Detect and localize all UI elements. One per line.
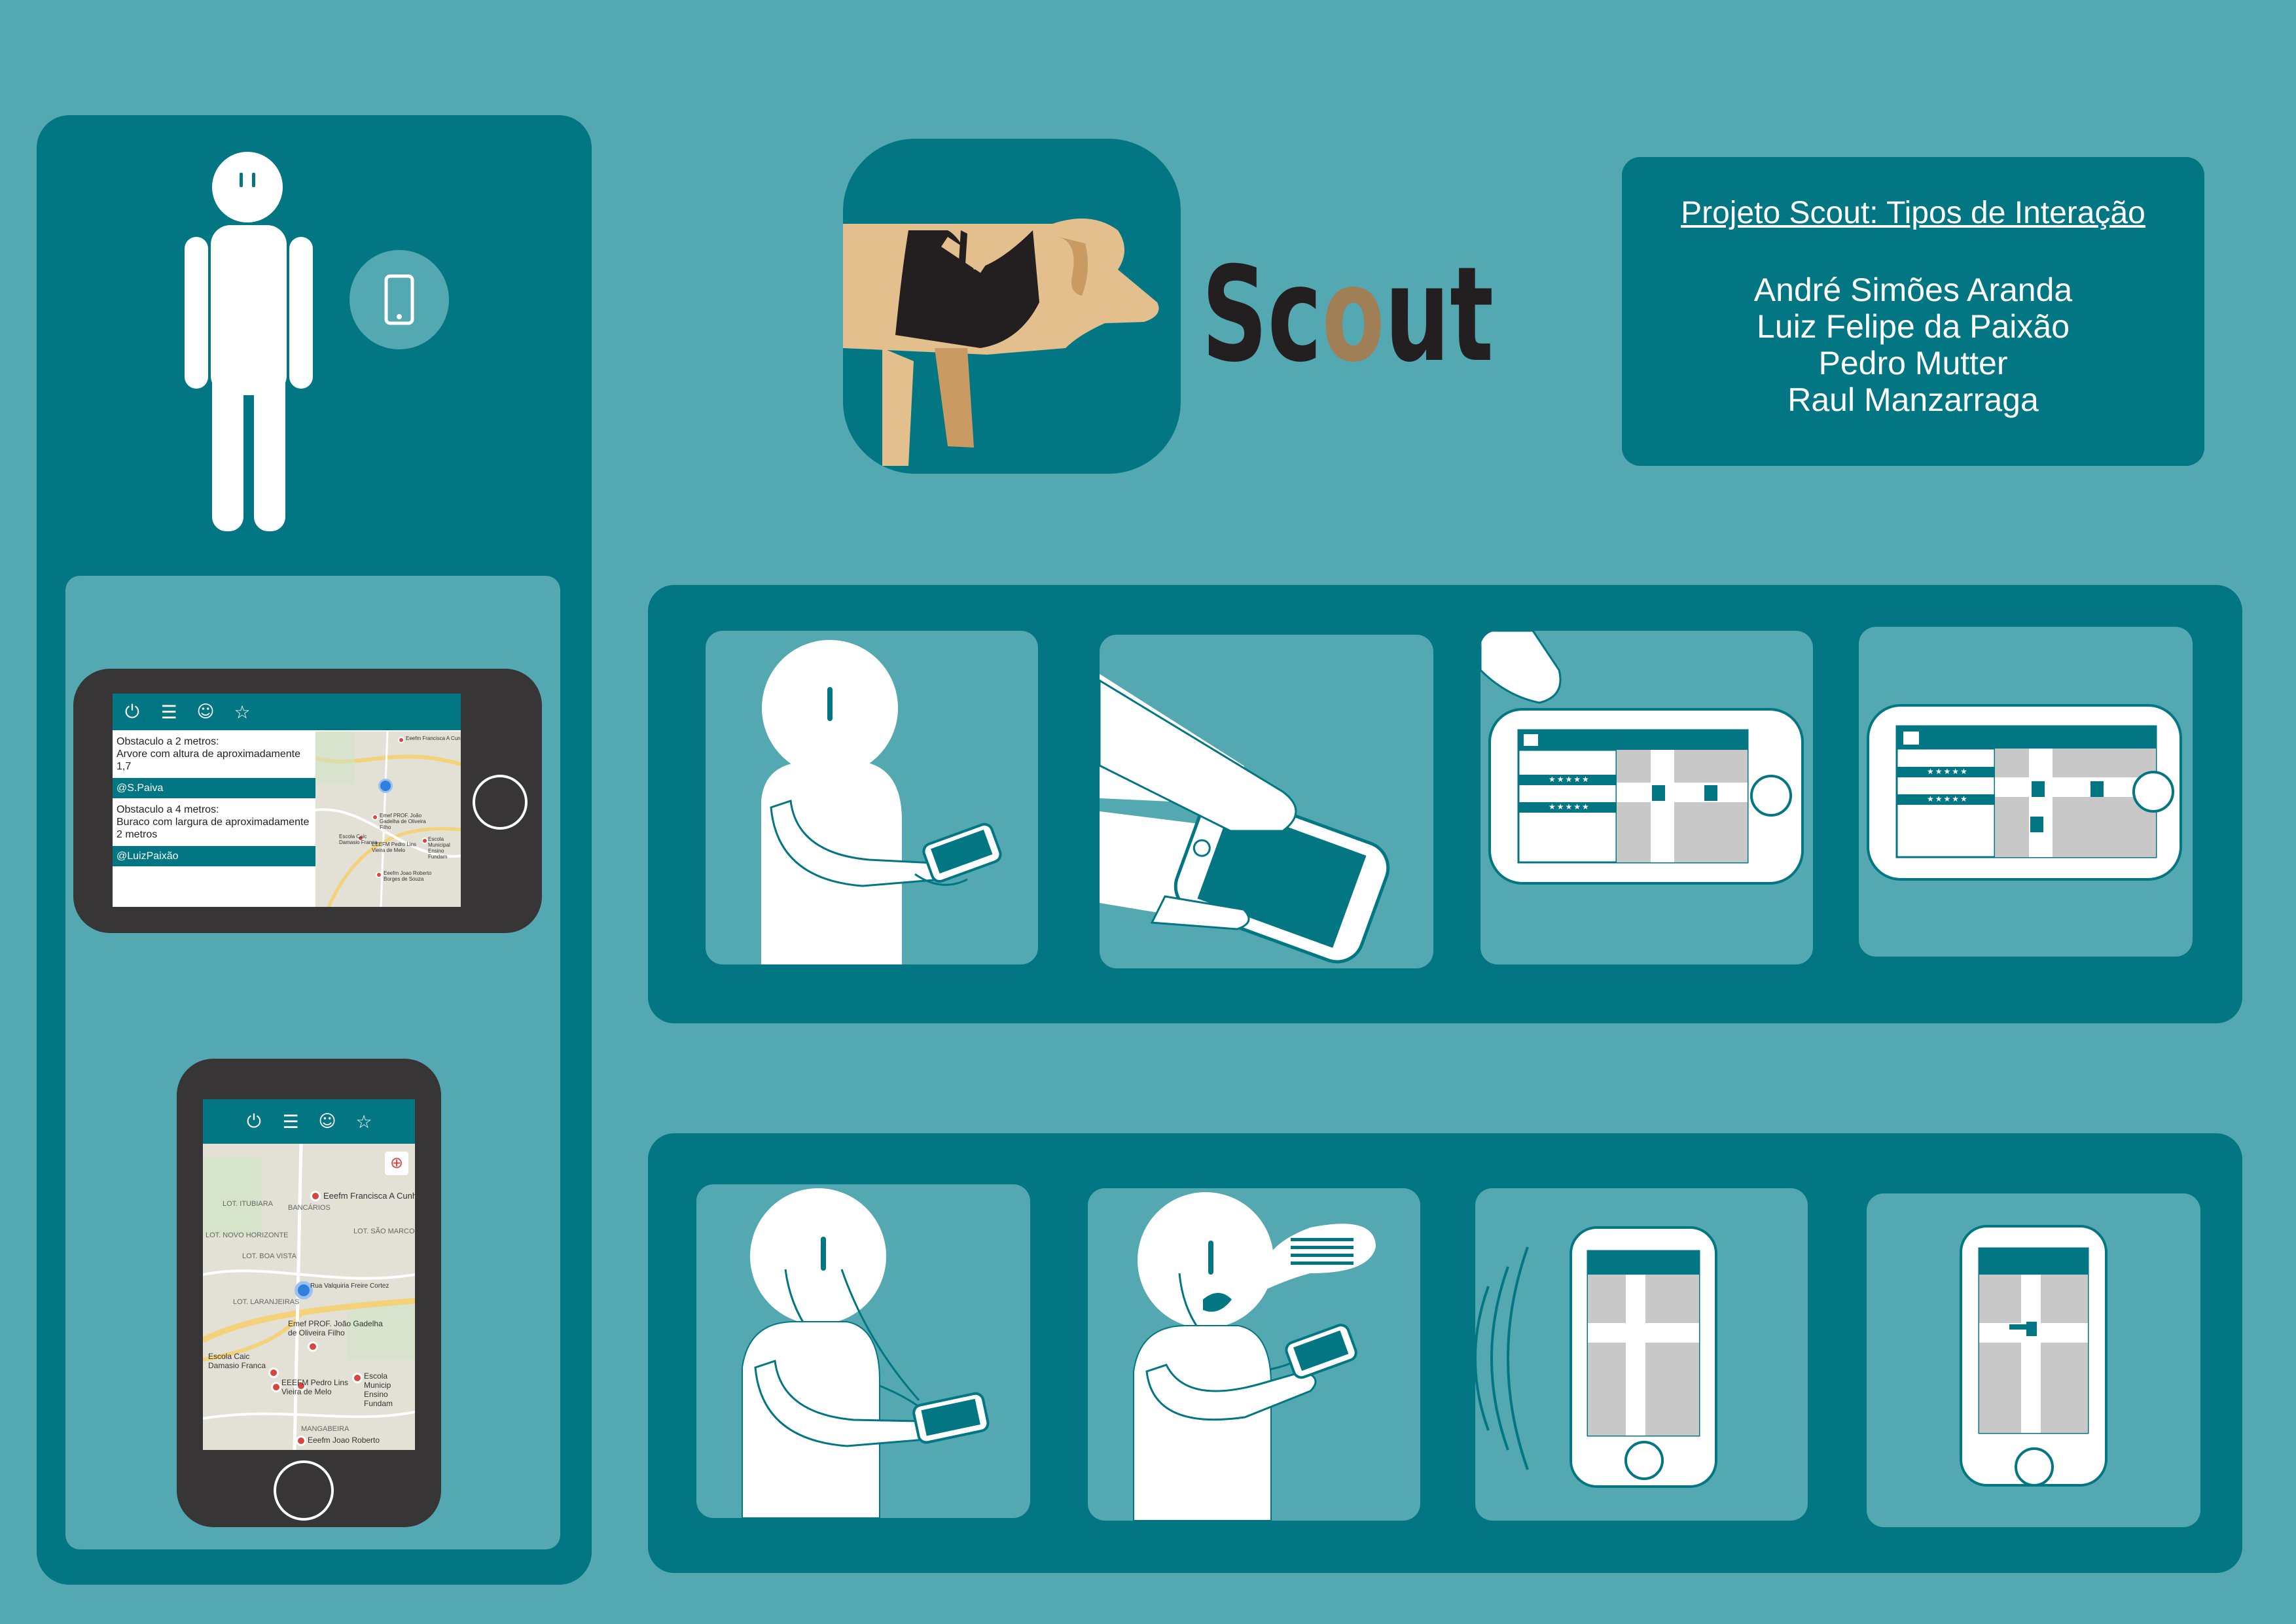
- scout-wordmark: Scout: [1202, 242, 1494, 366]
- map-label: EEEFM Pedro Lins Vieira de Melo: [281, 1378, 349, 1396]
- poi-pin[interactable]: [376, 872, 382, 878]
- frame-phone-vibrating: [1475, 1188, 1808, 1521]
- poi-pin[interactable]: [310, 1191, 321, 1201]
- power-icon[interactable]: ⏻: [120, 701, 144, 723]
- rating-stars: ★★★★★: [1927, 767, 1969, 776]
- app-navbar: ⏻ ☰ ☺ ☆: [113, 694, 461, 730]
- portrait-screen: ⏻ ☰ ☺ ☆ ⊕ Eeefm Francisca A Cunha LOT. I…: [203, 1099, 415, 1450]
- star-icon[interactable]: ☆: [353, 1111, 375, 1133]
- map-label: Eeefm Francisca A Cunha: [323, 1191, 415, 1201]
- frame-landscape-app-map: ★★★★★ ★★★★★: [1859, 627, 2193, 957]
- frame-person-holding-phone: [706, 631, 1038, 964]
- credits-box: Projeto Scout: Tipos de Interação André …: [1622, 157, 2204, 466]
- map-label: Eeefm Francisca A Cunha: [406, 735, 461, 741]
- list-icon[interactable]: ☰: [157, 701, 181, 723]
- user-icon[interactable]: ☺: [194, 702, 217, 722]
- guide-dog-icon: [843, 139, 1181, 474]
- post-title: Obstaculo a 2 metros:: [117, 736, 219, 747]
- post-author[interactable]: @S.Paiva: [113, 778, 315, 798]
- map-label: Emef PROF. João Gadelha de Oliveira Filh…: [288, 1319, 383, 1337]
- poi-pin[interactable]: [271, 1382, 281, 1392]
- author-name: Pedro Mutter: [1818, 345, 2008, 381]
- map-label: Eeefm Joao Roberto Borges de Souza: [384, 870, 432, 882]
- author-name: Raul Manzarraga: [1787, 381, 2039, 418]
- map-label: Rua Valquiria Freire Cortez: [310, 1282, 389, 1290]
- poi-pin[interactable]: [372, 814, 378, 821]
- author-name: Luiz Felipe da Paixão: [1756, 308, 2070, 345]
- landscape-screen: ⏻ ☰ ☺ ☆ Obstaculo a 2 metros: Arvore com…: [113, 694, 461, 907]
- map-label: LOT. ITUBIARA: [223, 1200, 274, 1208]
- rating-stars: ★★★★★: [1549, 775, 1590, 784]
- poi-pin[interactable]: [352, 1373, 363, 1383]
- home-button[interactable]: [274, 1460, 334, 1521]
- map-label: Emef PROF. João Gadelha de Oliveira Filh…: [380, 813, 426, 830]
- map-label: LOT. BOA VISTA: [242, 1252, 296, 1260]
- post-body: Buraco com largura de aproximadamente 2 …: [117, 817, 310, 840]
- app-navbar: ⏻ ☰ ☺ ☆: [203, 1099, 415, 1144]
- map-label: Escola Caic Damasio Franca: [208, 1352, 266, 1370]
- list-icon[interactable]: ☰: [279, 1111, 302, 1133]
- map-label: Escola Municipal Ensino Fundam: [428, 836, 450, 860]
- frame-finger-touching-screen: [1100, 635, 1433, 968]
- frame-person-speaking-to-phone: [1088, 1188, 1420, 1521]
- poi-pin[interactable]: [308, 1341, 318, 1352]
- poi-pin[interactable]: [296, 1436, 306, 1446]
- power-icon[interactable]: ⏻: [243, 1110, 265, 1133]
- map-view[interactable]: Eeefm Francisca A Cunha Emef PROF. João …: [315, 732, 461, 907]
- post-title: Obstaculo a 4 metros:: [117, 804, 219, 815]
- poi-pin[interactable]: [398, 737, 404, 743]
- poi-pin[interactable]: [422, 838, 428, 844]
- phone-badge-icon: [350, 250, 449, 349]
- locate-button[interactable]: ⊕: [385, 1152, 408, 1175]
- author-name: André Simões Aranda: [1753, 272, 2073, 308]
- credits-title: Projeto Scout: Tipos de Interação: [1681, 196, 2145, 230]
- post-item[interactable]: Obstaculo a 2 metros: Arvore com altura …: [113, 732, 315, 777]
- map-label: EEEFM Pedro Lins Vieira de Melo: [372, 841, 417, 853]
- frame-finger-on-landscape-app: ★★★★★ ★★★★★: [1480, 631, 1813, 964]
- map-label: MANGABEIRA: [301, 1425, 350, 1433]
- map-label: LOT. SÃO MARCOS: [353, 1227, 415, 1235]
- map-label: Escola Municip Ensino Fundam: [364, 1371, 393, 1408]
- star-icon[interactable]: ☆: [230, 701, 254, 723]
- frame-person-with-earphones: [696, 1184, 1030, 1518]
- credits-names: André Simões Aranda Luiz Felipe da Paixã…: [1622, 272, 2204, 418]
- rating-stars: ★★★★★: [1927, 794, 1969, 803]
- map-label: LOT. LARANJEIRAS: [233, 1298, 300, 1306]
- home-button[interactable]: [473, 775, 528, 830]
- user-icon[interactable]: ☺: [316, 1112, 338, 1131]
- post-author[interactable]: @LuizPaixão: [113, 846, 315, 866]
- post-list: Obstaculo a 2 metros: Arvore com altura …: [113, 732, 315, 907]
- person-icon: [185, 152, 313, 531]
- map-view[interactable]: ⊕ Eeefm Francisca A Cunha LOT. ITUBIARA …: [203, 1144, 415, 1450]
- rating-stars: ★★★★★: [1549, 802, 1590, 811]
- scout-wordmark-text: Scout: [1202, 242, 1494, 366]
- frame-portrait-app-map: [1867, 1193, 2200, 1527]
- landscape-phone: ⏻ ☰ ☺ ☆ Obstaculo a 2 metros: Arvore com…: [73, 669, 542, 933]
- map-label: Eeefm Joao Roberto: [308, 1436, 380, 1445]
- map-label: LOT. NOVO HORIZONTE: [206, 1231, 289, 1239]
- location-dot: [378, 779, 393, 793]
- post-body: Arvore com altura de aproximadamente 1,7: [117, 749, 301, 772]
- portrait-phone: ⏻ ☰ ☺ ☆ ⊕ Eeefm Francisca A Cunha LOT. I…: [177, 1059, 441, 1527]
- post-item[interactable]: Obstaculo a 4 metros: Buraco com largura…: [113, 800, 315, 845]
- map-label: BANCÁRIOS: [288, 1204, 331, 1212]
